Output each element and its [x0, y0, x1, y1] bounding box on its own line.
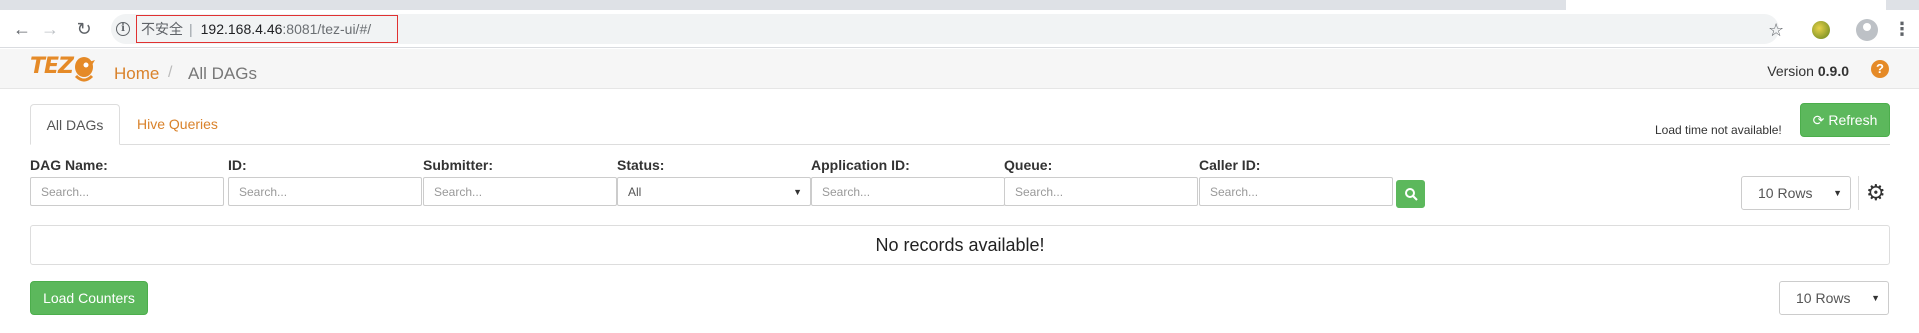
dropdown-caret-icon: ▼: [1833, 188, 1842, 198]
id-search-input[interactable]: Search...: [228, 177, 422, 206]
url-separator: |: [189, 21, 193, 37]
tabs-divider: [30, 144, 1890, 145]
back-arrow-icon[interactable]: ←: [10, 17, 34, 41]
load-counters-button[interactable]: Load Counters: [30, 281, 148, 315]
filter-label: Status:: [617, 157, 665, 173]
queue-search-input[interactable]: Search...: [1004, 177, 1198, 206]
submitter-search-input[interactable]: Search...: [423, 177, 617, 206]
filter-application-id: Application ID: Search...: [811, 157, 1005, 206]
tab-all-dags[interactable]: All DAGs: [30, 104, 120, 145]
logo-mascot-icon: [74, 57, 95, 82]
search-button[interactable]: [1396, 180, 1425, 208]
url-host: 192.168.4.46: [200, 21, 283, 37]
logo-text: TEZ: [30, 54, 74, 79]
site-info-icon[interactable]: i: [116, 22, 130, 36]
filter-label: Application ID:: [811, 157, 910, 173]
search-icon: [1404, 188, 1418, 201]
rows-select-value: 10 Rows: [1758, 185, 1813, 201]
status-selected-value: All: [628, 184, 642, 199]
dag-name-search-input[interactable]: Search...: [30, 177, 224, 206]
filter-label: Submitter:: [423, 157, 493, 173]
browser-toolbar: ← → ↻ i 不安全 | 192.168.4.46:8081/tez-ui/#…: [0, 10, 1919, 48]
breadcrumb-home-link[interactable]: Home: [114, 64, 159, 84]
rows-per-page-select-top[interactable]: 10 Rows ▼: [1741, 176, 1851, 210]
forward-arrow-icon[interactable]: →: [38, 17, 62, 41]
reload-icon[interactable]: ↻: [72, 17, 96, 41]
filter-label: Caller ID:: [1199, 157, 1261, 173]
rows-per-page-select-bottom[interactable]: 10 Rows ▼: [1779, 281, 1889, 315]
dropdown-caret-icon: ▼: [793, 186, 802, 197]
gear-icon[interactable]: ⚙: [1866, 180, 1886, 206]
insecure-label: 不安全: [141, 21, 183, 37]
empty-table-message: No records available!: [30, 225, 1890, 265]
filter-queue: Queue: Search...: [1004, 157, 1198, 206]
app-header: [0, 49, 1919, 89]
filter-status: Status: All ▼: [617, 157, 811, 206]
filter-submitter: Submitter: Search...: [423, 157, 617, 206]
breadcrumb-separator: /: [168, 64, 173, 81]
profile-avatar-icon[interactable]: [1856, 19, 1878, 41]
version-info: Version 0.9.0: [1767, 63, 1849, 79]
version-number: 0.9.0: [1817, 63, 1849, 79]
url-text[interactable]: 不安全 | 192.168.4.46:8081/tez-ui/#/: [136, 15, 398, 43]
application-id-search-input[interactable]: Search...: [811, 177, 1005, 206]
breadcrumb-current: All DAGs: [188, 64, 257, 83]
rows-select-value: 10 Rows: [1796, 290, 1851, 306]
filter-label: Queue:: [1004, 157, 1053, 173]
toolbar-divider: [1858, 176, 1859, 210]
refresh-button[interactable]: ⟳ Refresh: [1800, 103, 1890, 137]
filter-label: DAG Name:: [30, 157, 108, 173]
load-time-status: Load time not available!: [1655, 123, 1782, 137]
filter-caller-id: Caller ID: Search...: [1199, 157, 1393, 206]
filter-label: ID:: [228, 157, 247, 173]
extension-icon[interactable]: [1812, 21, 1830, 39]
filter-dag-name: DAG Name: Search...: [30, 157, 224, 206]
browser-menu-icon[interactable]: ⋮: [1893, 19, 1911, 40]
help-icon[interactable]: ?: [1871, 60, 1889, 78]
version-label: Version: [1767, 63, 1814, 79]
refresh-label: Refresh: [1828, 112, 1878, 128]
status-select[interactable]: All ▼: [617, 177, 811, 206]
dropdown-caret-icon: ▼: [1871, 293, 1880, 303]
tez-logo[interactable]: TEZ: [30, 54, 98, 86]
browser-tabstrip: [0, 0, 1919, 10]
active-browser-tab[interactable]: [1566, 0, 1886, 10]
caller-id-search-input[interactable]: Search...: [1199, 177, 1393, 206]
bookmark-star-icon[interactable]: ☆: [1768, 20, 1784, 41]
url-path: :8081/tez-ui/#/: [282, 21, 372, 37]
refresh-icon: ⟳: [1812, 111, 1825, 128]
tab-hive-queries[interactable]: Hive Queries: [137, 116, 218, 132]
filter-id: ID: Search...: [228, 157, 422, 206]
